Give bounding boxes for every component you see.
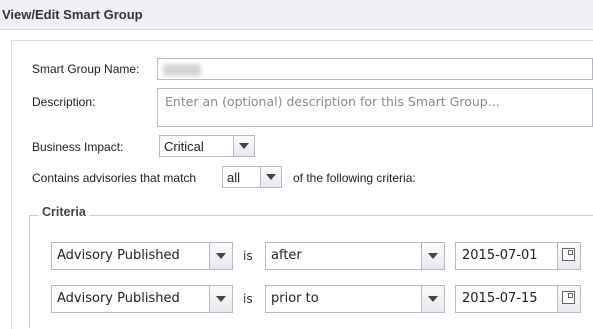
criteria-date-value: 2015-07-15 — [462, 291, 538, 306]
business-impact-value: Critical — [164, 139, 204, 154]
criteria-field-select[interactable]: Advisory Published — [51, 242, 233, 270]
chevron-down-icon[interactable] — [421, 243, 444, 269]
redacted-name-value — [163, 64, 201, 76]
criteria-legend: Criteria — [39, 205, 89, 219]
criteria-comparison-value: prior to — [271, 291, 319, 306]
match-mode-select[interactable]: all — [222, 166, 282, 188]
criteria-field-select[interactable]: Advisory Published — [51, 285, 233, 313]
window-header: View/Edit Smart Group — [0, 0, 593, 30]
business-impact-select[interactable]: Critical — [159, 135, 255, 157]
chevron-down-icon[interactable] — [209, 286, 232, 312]
criteria-field-value: Advisory Published — [57, 248, 180, 263]
chevron-down-icon[interactable] — [421, 286, 444, 312]
description-placeholder: Enter an (optional) description for this… — [165, 94, 500, 109]
criteria-date-input[interactable]: 2015-07-01 — [455, 242, 581, 270]
match-suffix-text: of the following criteria: — [293, 171, 416, 185]
business-impact-label: Business Impact: — [32, 140, 124, 154]
description-label: Description: — [32, 95, 96, 109]
chevron-down-icon[interactable] — [260, 167, 281, 187]
description-textarea[interactable]: Enter an (optional) description for this… — [157, 88, 593, 127]
operator-word: is — [243, 249, 253, 263]
criteria-comparison-select[interactable]: after — [265, 242, 445, 270]
match-mode-value: all — [227, 170, 241, 185]
criteria-field-value: Advisory Published — [57, 291, 180, 306]
window-title: View/Edit Smart Group — [2, 7, 143, 22]
criteria-comparison-select[interactable]: prior to — [265, 285, 445, 313]
smart-group-name-input[interactable] — [157, 58, 593, 80]
criteria-comparison-value: after — [271, 248, 302, 263]
calendar-icon[interactable] — [557, 243, 580, 269]
calendar-icon[interactable] — [557, 286, 580, 312]
match-prefix-text: Contains advisories that match — [32, 171, 197, 185]
chevron-down-icon[interactable] — [209, 243, 232, 269]
chevron-down-icon[interactable] — [233, 136, 254, 156]
smart-group-name-label: Smart Group Name: — [32, 62, 140, 76]
criteria-date-value: 2015-07-01 — [462, 248, 538, 263]
operator-word: is — [243, 292, 253, 306]
criteria-date-input[interactable]: 2015-07-15 — [455, 285, 581, 313]
